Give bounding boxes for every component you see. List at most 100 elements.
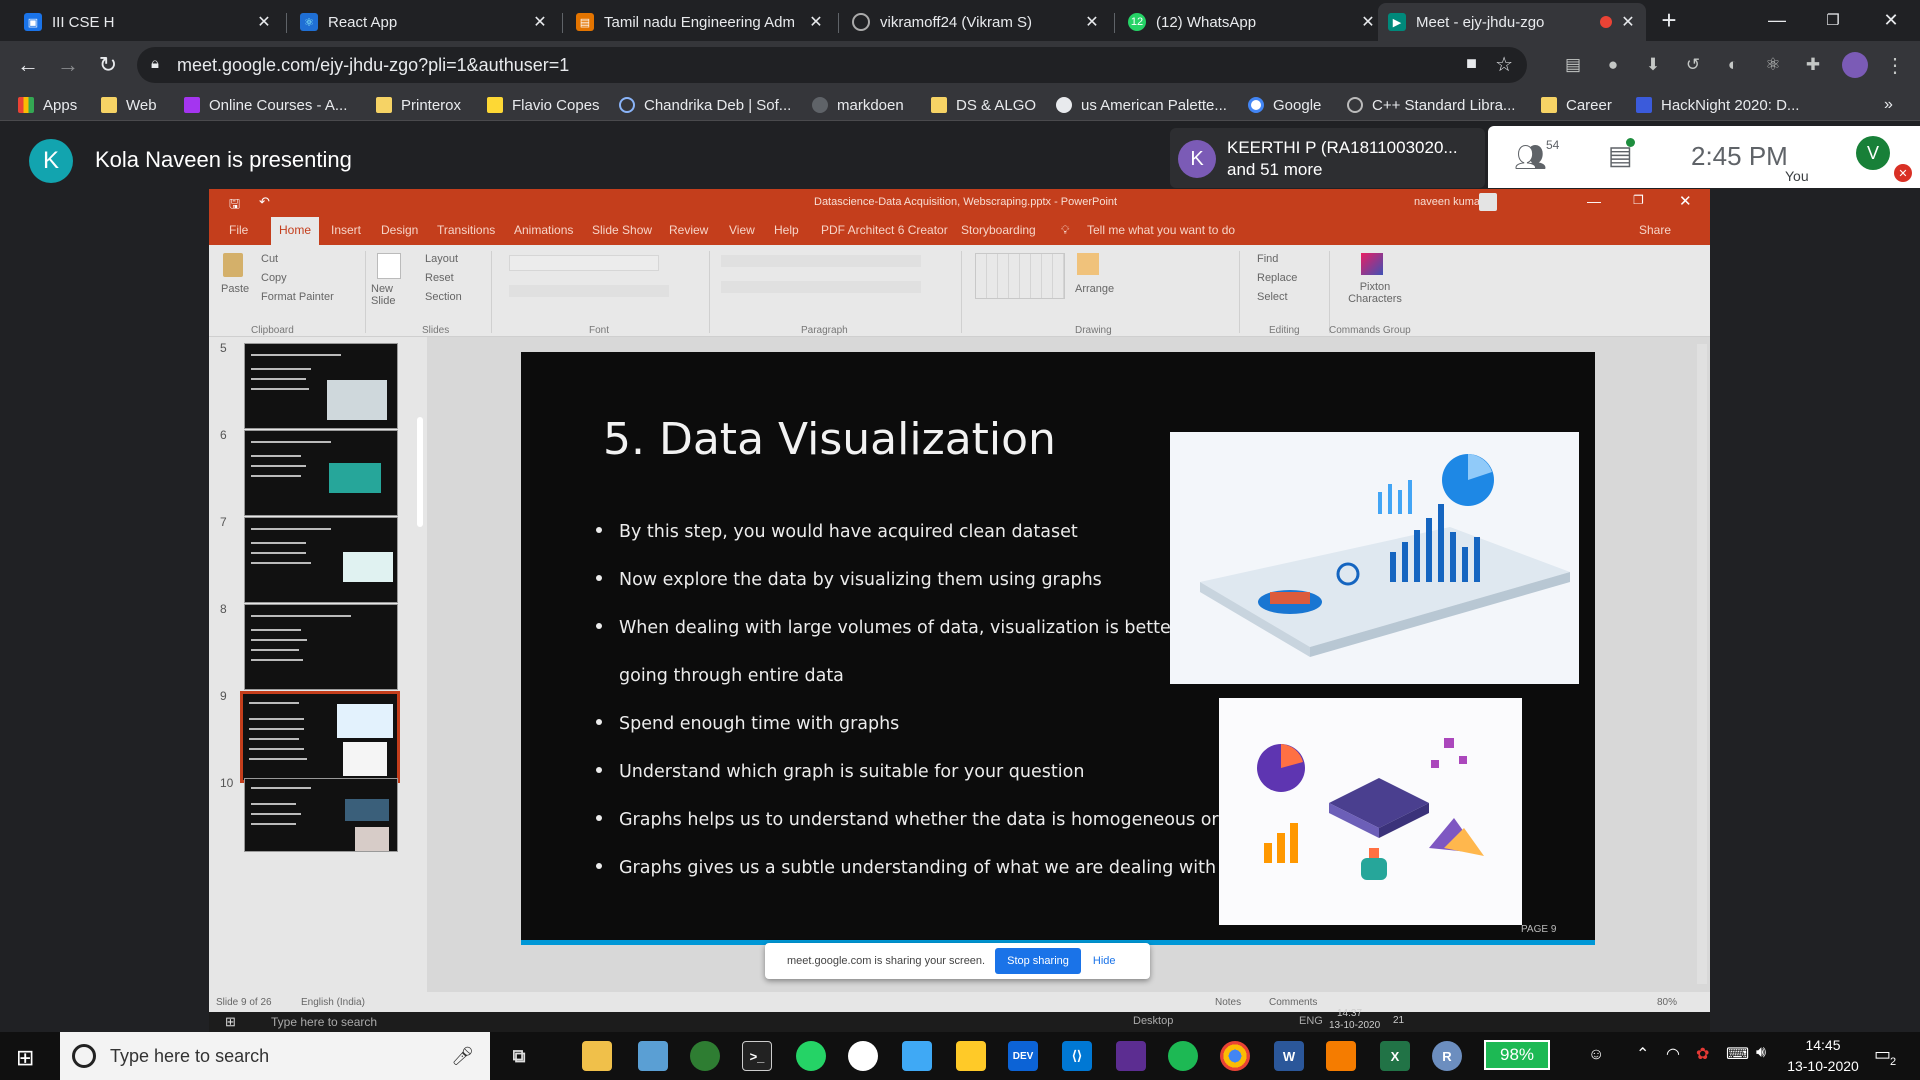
excel-icon[interactable]: X bbox=[1380, 1041, 1410, 1071]
tab-home[interactable]: Home bbox=[271, 217, 320, 245]
tab-pdf-architect[interactable]: PDF Architect 6 Creator bbox=[821, 223, 948, 237]
react-devtools-icon[interactable]: ⚛ bbox=[1762, 54, 1784, 76]
snip-icon[interactable] bbox=[638, 1041, 668, 1071]
dark-mode-icon[interactable]: ◐ bbox=[1722, 54, 1744, 76]
spotify-icon[interactable] bbox=[1168, 1041, 1198, 1071]
comments-button[interactable]: Comments bbox=[1269, 997, 1317, 1008]
undo-icon[interactable]: ↶ bbox=[259, 194, 270, 210]
tab-slide-show[interactable]: Slide Show bbox=[592, 223, 652, 237]
slide-thumbnail[interactable] bbox=[244, 604, 398, 690]
bookmark-folder[interactable]: Web bbox=[101, 94, 157, 116]
format-painter-button[interactable]: Format Painter bbox=[261, 291, 334, 303]
people-icon[interactable]: ☺ bbox=[1588, 1046, 1604, 1064]
slide-thumbnail[interactable] bbox=[244, 430, 398, 516]
github-desktop-icon[interactable] bbox=[848, 1041, 878, 1071]
close-tab-icon[interactable]: ✕ bbox=[808, 12, 824, 32]
task-view-icon[interactable]: ⧉ bbox=[504, 1041, 534, 1071]
paragraph-buttons[interactable] bbox=[721, 281, 921, 293]
whatsapp-icon[interactable] bbox=[796, 1041, 826, 1071]
reset-button[interactable]: Reset bbox=[425, 272, 454, 284]
bookmark-link[interactable]: us American Palette... bbox=[1056, 94, 1227, 116]
tab-insert[interactable]: Insert bbox=[331, 223, 361, 237]
minimize-button[interactable]: — bbox=[1752, 0, 1802, 40]
sticky-notes-icon[interactable] bbox=[956, 1041, 986, 1071]
cut-button[interactable]: Cut bbox=[261, 253, 278, 265]
back-button[interactable]: ← bbox=[14, 51, 42, 79]
vlc-icon[interactable] bbox=[1326, 1041, 1356, 1071]
bookmark-link[interactable]: Flavio Copes bbox=[487, 94, 600, 116]
taskbar-time[interactable]: 14:45 bbox=[1788, 1037, 1858, 1053]
participant-tile[interactable]: K KEERTHI P (RA1811003020... and 51 more bbox=[1170, 128, 1485, 188]
r-icon[interactable]: R bbox=[1432, 1041, 1462, 1071]
puzzle-extensions-icon[interactable]: ✚ bbox=[1802, 54, 1824, 76]
replace-button[interactable]: Replace bbox=[1257, 272, 1297, 284]
ppt-close-icon[interactable]: ✕ bbox=[1679, 192, 1692, 210]
more-bookmarks-icon[interactable]: » bbox=[1884, 94, 1893, 116]
people-icon[interactable]: 👥︎ bbox=[1514, 142, 1547, 173]
vscode-icon[interactable]: ⟨⟩ bbox=[1062, 1041, 1092, 1071]
tab-animations[interactable]: Animations bbox=[514, 223, 573, 237]
windows-start-button[interactable]: ⊞ bbox=[16, 1045, 34, 1071]
paste-icon[interactable] bbox=[223, 253, 243, 277]
slide-thumbnail[interactable] bbox=[244, 343, 398, 429]
profile-avatar[interactable] bbox=[1842, 52, 1868, 78]
download-icon[interactable]: ⬇ bbox=[1642, 54, 1664, 76]
bookmark-folder[interactable]: Career bbox=[1541, 94, 1612, 116]
hide-button[interactable]: Hide bbox=[1093, 955, 1116, 967]
tab-transitions[interactable]: Transitions bbox=[437, 223, 495, 237]
history-icon[interactable]: ↺ bbox=[1682, 54, 1704, 76]
browser-tab-active[interactable]: ▶ Meet - ejy-jhdu-zgo ✕ bbox=[1378, 3, 1646, 41]
close-tab-icon[interactable]: ✕ bbox=[1620, 12, 1636, 32]
stop-sharing-button[interactable]: Stop sharing bbox=[995, 948, 1081, 974]
tab-design[interactable]: Design bbox=[381, 223, 418, 237]
chrome-menu-icon[interactable]: ⋮ bbox=[1884, 54, 1906, 77]
paste-button[interactable]: Paste bbox=[221, 283, 249, 295]
restore-button[interactable]: ❐ bbox=[1808, 0, 1858, 40]
slide-thumbnail[interactable] bbox=[244, 778, 398, 852]
notification-center-icon[interactable]: ▭ bbox=[1874, 1044, 1891, 1065]
app-icon[interactable] bbox=[690, 1041, 720, 1071]
app-icon[interactable] bbox=[902, 1041, 932, 1071]
microphone-icon[interactable]: 🎤︎ bbox=[451, 1046, 474, 1067]
new-slide-icon[interactable] bbox=[377, 253, 401, 279]
extension-icon[interactable]: ● bbox=[1602, 54, 1624, 76]
taskbar-date[interactable]: 13-10-2020 bbox=[1780, 1058, 1866, 1074]
gift-icon[interactable]: ✿ bbox=[1696, 1044, 1709, 1064]
bookmark-link[interactable]: Google bbox=[1248, 94, 1321, 116]
ppt-restore-icon[interactable]: ❐ bbox=[1633, 193, 1644, 207]
close-window-button[interactable]: ✕ bbox=[1866, 0, 1916, 40]
bookmark-folder[interactable]: DS & ALGO bbox=[931, 94, 1036, 116]
taskbar-search-box[interactable]: Type here to search 🎤︎ bbox=[60, 1032, 490, 1080]
tab-storyboarding[interactable]: Storyboarding bbox=[961, 223, 1036, 237]
slide-thumbnail[interactable] bbox=[244, 517, 398, 603]
layout-button[interactable]: Layout bbox=[425, 253, 458, 265]
select-button[interactable]: Select bbox=[1257, 291, 1288, 303]
font-format-buttons[interactable] bbox=[509, 285, 669, 297]
close-tab-icon[interactable]: ✕ bbox=[532, 12, 548, 32]
word-icon[interactable]: W bbox=[1274, 1041, 1304, 1071]
tab-help[interactable]: Help bbox=[774, 223, 799, 237]
bookmark-star-icon[interactable]: ☆ bbox=[1495, 52, 1513, 77]
new-tab-button[interactable]: + bbox=[1644, 0, 1694, 40]
browser-tab[interactable]: ⚛ React App ✕ bbox=[290, 3, 558, 41]
tab-view[interactable]: View bbox=[729, 223, 755, 237]
tray-expand-icon[interactable]: ⌃ bbox=[1636, 1044, 1649, 1064]
arrange-icon[interactable] bbox=[1077, 253, 1099, 275]
dev-icon[interactable]: DEV bbox=[1008, 1041, 1038, 1071]
address-bar[interactable]: 🔒︎ meet.google.com/ejy-jhdu-zgo?pli=1&au… bbox=[137, 47, 1527, 83]
browser-tab[interactable]: vikramoff24 (Vikram S) ✕ bbox=[842, 3, 1110, 41]
canvas-scrollbar[interactable] bbox=[1697, 344, 1707, 984]
tab-review[interactable]: Review bbox=[669, 223, 708, 237]
paragraph-buttons[interactable] bbox=[721, 255, 921, 267]
tab-file[interactable]: File bbox=[229, 223, 248, 237]
self-avatar[interactable]: V bbox=[1856, 136, 1890, 170]
close-tab-icon[interactable]: ✕ bbox=[256, 12, 272, 32]
wifi-icon[interactable]: ◠ bbox=[1666, 1044, 1680, 1064]
share-button[interactable]: Share bbox=[1639, 223, 1671, 237]
save-icon[interactable]: 🖫︎ bbox=[229, 195, 240, 217]
bookmark-folder[interactable]: Printerox bbox=[376, 94, 461, 116]
app-icon[interactable] bbox=[1116, 1041, 1146, 1071]
browser-tab[interactable]: ▣ III CSE H ✕ bbox=[14, 3, 282, 41]
pixton-button[interactable]: Pixton Characters bbox=[1345, 281, 1405, 305]
copy-button[interactable]: Copy bbox=[261, 272, 287, 284]
